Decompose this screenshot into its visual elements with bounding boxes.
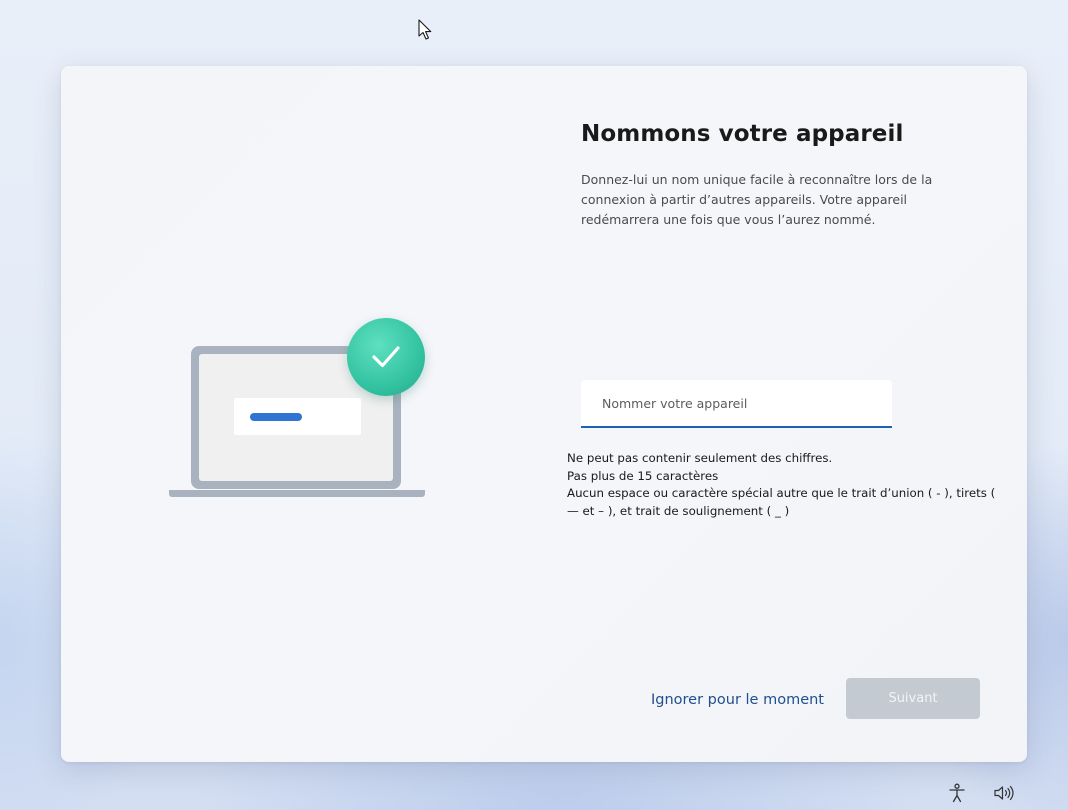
screen-bar: [250, 413, 302, 421]
next-button[interactable]: Suivant: [846, 678, 980, 719]
rule-item: Aucun espace ou caractère spécial autre …: [567, 486, 996, 518]
screen-card: [234, 398, 361, 435]
setup-dialog: Nommons votre appareil Donnez-lui un nom…: [61, 66, 1027, 762]
checkmark-icon: [347, 318, 425, 396]
naming-rules: Ne peut pas contenir seulement des chiff…: [567, 450, 1007, 520]
page-description: Donnez-lui un nom unique facile à reconn…: [581, 172, 933, 227]
device-name-input[interactable]: [581, 380, 892, 428]
laptop-illustration: [169, 318, 429, 508]
mouse-pointer-icon: [418, 19, 432, 45]
rule-item: Pas plus de 15 caractères: [567, 468, 719, 483]
skip-link[interactable]: Ignorer pour le moment: [651, 692, 824, 708]
page-title: Nommons votre appareil: [581, 121, 904, 147]
laptop-base: [169, 490, 425, 497]
volume-icon[interactable]: [993, 785, 1015, 805]
rule-item: Ne peut pas contenir seulement des chiff…: [567, 451, 833, 465]
accessibility-icon[interactable]: [947, 783, 967, 807]
